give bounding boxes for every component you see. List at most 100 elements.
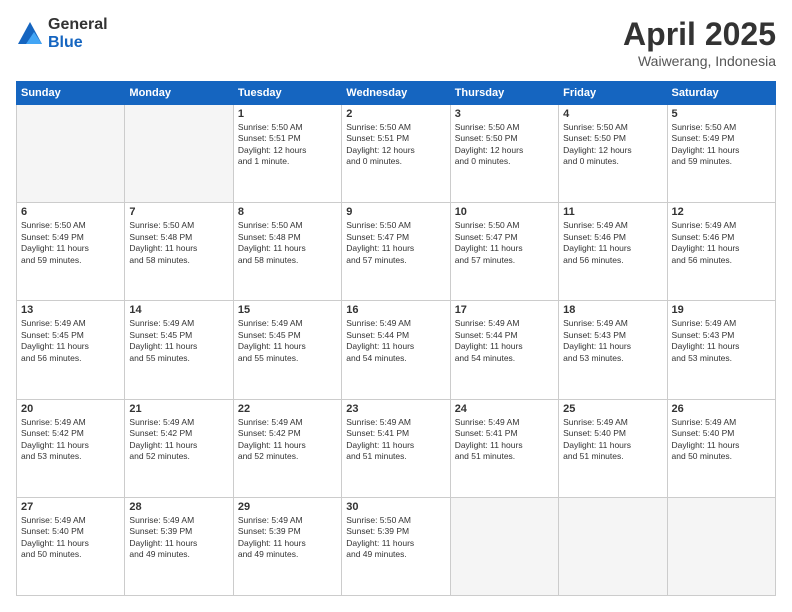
day-number: 18 bbox=[563, 304, 662, 316]
day-number: 27 bbox=[21, 501, 120, 513]
calendar-cell: 11Sunrise: 5:49 AM Sunset: 5:46 PM Dayli… bbox=[559, 203, 667, 301]
calendar-week-1: 6 Sunrise: 5:50 AM Sunset: 5:49 PM Daylig… bbox=[17, 203, 776, 301]
col-saturday: Saturday bbox=[667, 82, 775, 105]
calendar-cell: 19 Sunrise: 5:49 AM Sunset: 5:43 PM Dayli… bbox=[667, 301, 775, 399]
calendar-cell: 16 Sunrise: 5:49 AM Sunset: 5:44 PM Dayli… bbox=[342, 301, 450, 399]
calendar-cell: 18 Sunrise: 5:49 AM Sunset: 5:43 PM Dayli… bbox=[559, 301, 667, 399]
calendar-cell: 24 Sunrise: 5:49 AM Sunset: 5:41 PM Dayli… bbox=[450, 399, 558, 497]
calendar-cell: 12Sunrise: 5:49 AM Sunset: 5:46 PM Dayli… bbox=[667, 203, 775, 301]
day-info: Sunrise: 5:49 AM Sunset: 5:42 PM Dayligh… bbox=[129, 417, 228, 463]
calendar-cell: 15Sunrise: 5:49 AM Sunset: 5:45 PM Dayli… bbox=[233, 301, 341, 399]
day-info: Sunrise: 5:49 AM Sunset: 5:42 PM Dayligh… bbox=[21, 417, 120, 463]
calendar-cell bbox=[667, 497, 775, 595]
day-info: Sunrise: 5:50 AM Sunset: 5:47 PM Dayligh… bbox=[346, 220, 445, 266]
logo: General Blue bbox=[16, 16, 108, 51]
col-friday: Friday bbox=[559, 82, 667, 105]
logo-blue: Blue bbox=[48, 34, 108, 52]
calendar-cell: 5 Sunrise: 5:50 AM Sunset: 5:49 PM Daylig… bbox=[667, 105, 775, 203]
calendar-cell: 23 Sunrise: 5:49 AM Sunset: 5:41 PM Dayli… bbox=[342, 399, 450, 497]
day-number: 14 bbox=[129, 304, 228, 316]
day-info: Sunrise: 5:50 AM Sunset: 5:47 PM Dayligh… bbox=[455, 220, 554, 266]
month-title: April 2025 bbox=[623, 16, 776, 53]
day-number: 7 bbox=[129, 206, 228, 218]
calendar-cell: 29 Sunrise: 5:49 AM Sunset: 5:39 PM Dayli… bbox=[233, 497, 341, 595]
day-number: 19 bbox=[672, 304, 771, 316]
calendar-cell: 1 Sunrise: 5:50 AM Sunset: 5:51 PM Daylig… bbox=[233, 105, 341, 203]
day-info: Sunrise: 5:49 AM Sunset: 5:46 PM Dayligh… bbox=[563, 220, 662, 266]
day-number: 23 bbox=[346, 403, 445, 415]
calendar-cell: 20 Sunrise: 5:49 AM Sunset: 5:42 PM Dayli… bbox=[17, 399, 125, 497]
day-info: Sunrise: 5:50 AM Sunset: 5:49 PM Dayligh… bbox=[672, 122, 771, 168]
day-info: Sunrise: 5:50 AM Sunset: 5:51 PM Dayligh… bbox=[346, 122, 445, 168]
logo-icon bbox=[16, 20, 44, 48]
calendar-cell bbox=[559, 497, 667, 595]
day-info: Sunrise: 5:49 AM Sunset: 5:43 PM Dayligh… bbox=[672, 318, 771, 364]
calendar-cell: 7 Sunrise: 5:50 AM Sunset: 5:48 PM Daylig… bbox=[125, 203, 233, 301]
day-number: 10 bbox=[455, 206, 554, 218]
day-number: 2 bbox=[346, 108, 445, 120]
logo-text: General Blue bbox=[48, 16, 108, 51]
day-info: Sunrise: 5:49 AM Sunset: 5:43 PM Dayligh… bbox=[563, 318, 662, 364]
day-number: 1 bbox=[238, 108, 337, 120]
calendar-cell: 3Sunrise: 5:50 AM Sunset: 5:50 PM Daylig… bbox=[450, 105, 558, 203]
day-number: 20 bbox=[21, 403, 120, 415]
logo-general: General bbox=[48, 16, 108, 34]
day-info: Sunrise: 5:49 AM Sunset: 5:40 PM Dayligh… bbox=[563, 417, 662, 463]
day-info: Sunrise: 5:49 AM Sunset: 5:40 PM Dayligh… bbox=[21, 515, 120, 561]
calendar-cell: 4Sunrise: 5:50 AM Sunset: 5:50 PM Daylig… bbox=[559, 105, 667, 203]
calendar-cell: 9Sunrise: 5:50 AM Sunset: 5:47 PM Daylig… bbox=[342, 203, 450, 301]
calendar-cell: 6 Sunrise: 5:50 AM Sunset: 5:49 PM Daylig… bbox=[17, 203, 125, 301]
calendar-table: Sunday Monday Tuesday Wednesday Thursday… bbox=[16, 81, 776, 596]
day-info: Sunrise: 5:49 AM Sunset: 5:45 PM Dayligh… bbox=[21, 318, 120, 364]
day-number: 26 bbox=[672, 403, 771, 415]
day-info: Sunrise: 5:49 AM Sunset: 5:44 PM Dayligh… bbox=[346, 318, 445, 364]
day-number: 15 bbox=[238, 304, 337, 316]
day-info: Sunrise: 5:50 AM Sunset: 5:39 PM Dayligh… bbox=[346, 515, 445, 561]
header: General Blue April 2025 Waiwerang, Indon… bbox=[16, 16, 776, 69]
calendar-week-3: 20 Sunrise: 5:49 AM Sunset: 5:42 PM Dayli… bbox=[17, 399, 776, 497]
day-number: 16 bbox=[346, 304, 445, 316]
calendar-cell: 8 Sunrise: 5:50 AM Sunset: 5:48 PM Daylig… bbox=[233, 203, 341, 301]
day-info: Sunrise: 5:50 AM Sunset: 5:50 PM Dayligh… bbox=[455, 122, 554, 168]
day-info: Sunrise: 5:50 AM Sunset: 5:48 PM Dayligh… bbox=[129, 220, 228, 266]
calendar-week-4: 27 Sunrise: 5:49 AM Sunset: 5:40 PM Dayli… bbox=[17, 497, 776, 595]
calendar-cell: 26 Sunrise: 5:49 AM Sunset: 5:40 PM Dayli… bbox=[667, 399, 775, 497]
day-number: 12 bbox=[672, 206, 771, 218]
day-info: Sunrise: 5:49 AM Sunset: 5:44 PM Dayligh… bbox=[455, 318, 554, 364]
col-thursday: Thursday bbox=[450, 82, 558, 105]
day-number: 6 bbox=[21, 206, 120, 218]
calendar-cell bbox=[17, 105, 125, 203]
day-number: 8 bbox=[238, 206, 337, 218]
calendar-cell: 13Sunrise: 5:49 AM Sunset: 5:45 PM Dayli… bbox=[17, 301, 125, 399]
day-info: Sunrise: 5:50 AM Sunset: 5:49 PM Dayligh… bbox=[21, 220, 120, 266]
day-number: 5 bbox=[672, 108, 771, 120]
day-number: 28 bbox=[129, 501, 228, 513]
title-block: April 2025 Waiwerang, Indonesia bbox=[623, 16, 776, 69]
day-number: 30 bbox=[346, 501, 445, 513]
day-info: Sunrise: 5:50 AM Sunset: 5:51 PM Dayligh… bbox=[238, 122, 337, 168]
day-number: 25 bbox=[563, 403, 662, 415]
subtitle: Waiwerang, Indonesia bbox=[623, 53, 776, 69]
calendar-week-2: 13Sunrise: 5:49 AM Sunset: 5:45 PM Dayli… bbox=[17, 301, 776, 399]
page: General Blue April 2025 Waiwerang, Indon… bbox=[0, 0, 792, 612]
calendar-cell bbox=[450, 497, 558, 595]
day-info: Sunrise: 5:49 AM Sunset: 5:45 PM Dayligh… bbox=[129, 318, 228, 364]
day-number: 4 bbox=[563, 108, 662, 120]
calendar-week-0: 1 Sunrise: 5:50 AM Sunset: 5:51 PM Daylig… bbox=[17, 105, 776, 203]
day-info: Sunrise: 5:49 AM Sunset: 5:42 PM Dayligh… bbox=[238, 417, 337, 463]
col-monday: Monday bbox=[125, 82, 233, 105]
day-info: Sunrise: 5:50 AM Sunset: 5:48 PM Dayligh… bbox=[238, 220, 337, 266]
day-info: Sunrise: 5:49 AM Sunset: 5:39 PM Dayligh… bbox=[129, 515, 228, 561]
calendar-cell: 14 Sunrise: 5:49 AM Sunset: 5:45 PM Dayli… bbox=[125, 301, 233, 399]
day-info: Sunrise: 5:49 AM Sunset: 5:41 PM Dayligh… bbox=[346, 417, 445, 463]
day-info: Sunrise: 5:49 AM Sunset: 5:40 PM Dayligh… bbox=[672, 417, 771, 463]
header-row: Sunday Monday Tuesday Wednesday Thursday… bbox=[17, 82, 776, 105]
col-sunday: Sunday bbox=[17, 82, 125, 105]
day-info: Sunrise: 5:49 AM Sunset: 5:39 PM Dayligh… bbox=[238, 515, 337, 561]
calendar-cell: 30 Sunrise: 5:50 AM Sunset: 5:39 PM Dayli… bbox=[342, 497, 450, 595]
calendar-cell: 27 Sunrise: 5:49 AM Sunset: 5:40 PM Dayli… bbox=[17, 497, 125, 595]
day-number: 29 bbox=[238, 501, 337, 513]
col-wednesday: Wednesday bbox=[342, 82, 450, 105]
day-number: 24 bbox=[455, 403, 554, 415]
day-info: Sunrise: 5:49 AM Sunset: 5:41 PM Dayligh… bbox=[455, 417, 554, 463]
